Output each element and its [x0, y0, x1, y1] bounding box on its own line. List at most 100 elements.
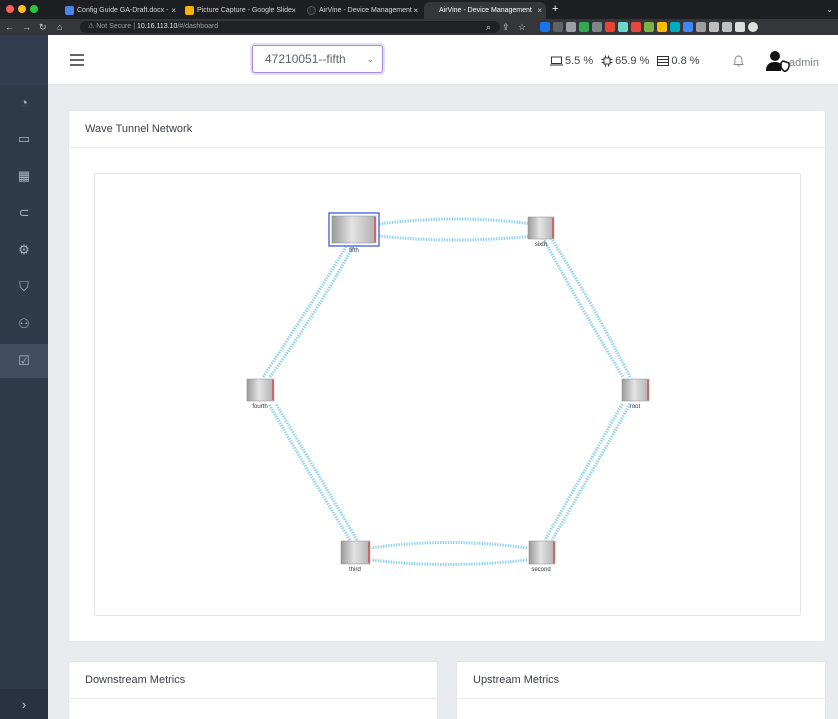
- card-title: Upstream Metrics: [457, 662, 825, 699]
- browser-tab[interactable]: Config Guide GA-Draft.docx - ×: [62, 2, 180, 19]
- url-host: 10.16.113.10: [136, 23, 178, 30]
- extension-icon[interactable]: [657, 22, 667, 32]
- extension-icon[interactable]: [540, 22, 550, 32]
- link-fifth-sixth[interactable]: [378, 234, 534, 242]
- sidebar-item-devices[interactable]: ▭: [0, 122, 48, 156]
- sidebar-item-users[interactable]: ⚇: [0, 307, 48, 341]
- extension-icon[interactable]: [709, 22, 719, 32]
- bell-icon[interactable]: [733, 55, 744, 67]
- link-root-second[interactable]: [543, 403, 624, 541]
- tab-close-icon[interactable]: ×: [537, 2, 542, 19]
- extension-icon[interactable]: [683, 22, 693, 32]
- puzzle-icon[interactable]: [722, 22, 732, 32]
- extension-icon[interactable]: [631, 22, 641, 32]
- browser-tab-bar: Config Guide GA-Draft.docx - × Picture C…: [0, 0, 838, 19]
- bookmark-star-icon[interactable]: ☆: [518, 19, 526, 35]
- browser-tab[interactable]: AirVine - Device Management ×: [304, 2, 422, 19]
- calendar-icon: ▦: [17, 168, 31, 183]
- warning-icon: ⚠: [88, 23, 97, 30]
- extension-icon[interactable]: [553, 22, 563, 32]
- link-third-fourth[interactable]: [267, 403, 352, 541]
- card-title: Wave Tunnel Network: [69, 111, 825, 148]
- tab-close-icon[interactable]: ×: [413, 2, 418, 19]
- system-stats: 5.5 % 65.9 % 0.8 %: [550, 55, 708, 67]
- node-third[interactable]: [340, 540, 371, 565]
- sidebar-item-back[interactable]: ⊂: [0, 196, 48, 230]
- node-fourth[interactable]: [246, 378, 275, 402]
- node-sixth[interactable]: [527, 216, 555, 240]
- gauge-icon: ◔: [20, 94, 28, 110]
- node-second[interactable]: [528, 540, 556, 565]
- address-bar[interactable]: ⚠ Not Secure | 10.16.113.10/#/dashboard: [80, 21, 500, 33]
- extension-icon[interactable]: [579, 22, 589, 32]
- node-label-fourth: fourth: [252, 404, 268, 410]
- node-label-third: third: [349, 567, 361, 573]
- url-path: /#/dashboard: [177, 23, 219, 30]
- disk-value: 0.8 %: [671, 55, 700, 67]
- link-fifth-sixth[interactable]: [378, 217, 534, 226]
- user-name[interactable]: admin: [789, 57, 819, 69]
- menu-toggle-button[interactable]: [70, 54, 84, 66]
- extension-icon[interactable]: [670, 22, 680, 32]
- airvine-favicon-icon: [307, 6, 316, 15]
- browser-tab[interactable]: Picture Capture - Google Slide ×: [182, 2, 300, 19]
- chevron-down-icon: ⌄: [366, 54, 374, 64]
- back-icon[interactable]: ←: [5, 19, 14, 35]
- sidebar-item-security[interactable]: ⛉: [0, 270, 48, 304]
- sidebar-brand: [0, 35, 48, 85]
- link-sixth-root[interactable]: [541, 237, 625, 378]
- browser-toolbar: ← → ↻ ⌂ ⚠ Not Secure | 10.16.113.10/#/da…: [0, 19, 838, 35]
- network-topology: fifth sixth root second third fourth: [94, 173, 801, 616]
- sidebar-item-tasks[interactable]: ☑: [0, 344, 48, 378]
- close-window-icon[interactable]: [6, 5, 14, 13]
- node-fifth[interactable]: [328, 212, 380, 247]
- disk-stat: 0.8 %: [657, 55, 700, 67]
- share-icon[interactable]: ⇪: [502, 19, 510, 35]
- laptop-icon: ▭: [17, 131, 31, 146]
- extension-icon[interactable]: [696, 22, 706, 32]
- sidebar-item-dashboard[interactable]: ◔: [0, 85, 48, 119]
- zoom-icon[interactable]: ⌕: [486, 19, 491, 35]
- sidepanel-icon[interactable]: [735, 22, 745, 32]
- reload-icon[interactable]: ↻: [39, 19, 47, 35]
- link-second-third[interactable]: [370, 558, 528, 566]
- profile-icon[interactable]: [748, 22, 758, 32]
- extension-icon[interactable]: [605, 22, 615, 32]
- links: [261, 217, 632, 566]
- sidebar-expand-button[interactable]: ›: [0, 689, 48, 719]
- tab-close-icon[interactable]: ×: [291, 2, 296, 19]
- cpu-value: 5.5 %: [565, 55, 594, 67]
- browser-tab-active[interactable]: AirVine - Device Management ×: [424, 2, 546, 19]
- sidebar-item-settings[interactable]: ⚙: [0, 233, 48, 267]
- node-label-second: second: [531, 567, 551, 573]
- link-fourth-fifth[interactable]: [261, 246, 348, 378]
- node-root[interactable]: [621, 378, 650, 402]
- tab-search-icon[interactable]: ⌄: [826, 2, 833, 17]
- maximize-window-icon[interactable]: [30, 5, 38, 13]
- chevron-right-icon: ›: [21, 696, 27, 712]
- link-sixth-root[interactable]: [549, 237, 632, 378]
- link-fourth-fifth[interactable]: [268, 246, 355, 378]
- sidebar-item-calendar[interactable]: ▦: [0, 159, 48, 193]
- storage-icon: [657, 56, 670, 66]
- home-icon[interactable]: ⌂: [57, 19, 62, 35]
- forward-icon[interactable]: →: [22, 19, 31, 35]
- link-root-second[interactable]: [550, 403, 632, 541]
- link-second-third[interactable]: [370, 541, 528, 550]
- chip-icon: [601, 55, 613, 67]
- app-header: 47210051--fifth ⌄ 5.5 % 65.9 % 0.8 % adm…: [48, 35, 838, 85]
- extension-icon[interactable]: [566, 22, 576, 32]
- minimize-window-icon[interactable]: [18, 5, 26, 13]
- user-shield-icon[interactable]: [766, 50, 790, 72]
- tab-label: Config Guide GA-Draft.docx -: [77, 7, 169, 14]
- extension-icon[interactable]: [644, 22, 654, 32]
- device-select[interactable]: 47210051--fifth ⌄: [252, 45, 383, 73]
- extension-icon[interactable]: [592, 22, 602, 32]
- card-title: Downstream Metrics: [69, 662, 437, 699]
- docs-icon: [65, 6, 74, 15]
- link-third-fourth[interactable]: [274, 403, 359, 541]
- new-tab-button[interactable]: +: [552, 2, 558, 17]
- tab-close-icon[interactable]: ×: [171, 2, 176, 19]
- sidebar: ◔ ▭ ▦ ⊂ ⚙ ⛉ ⚇ ☑ ›: [0, 35, 48, 719]
- extension-icon[interactable]: [618, 22, 628, 32]
